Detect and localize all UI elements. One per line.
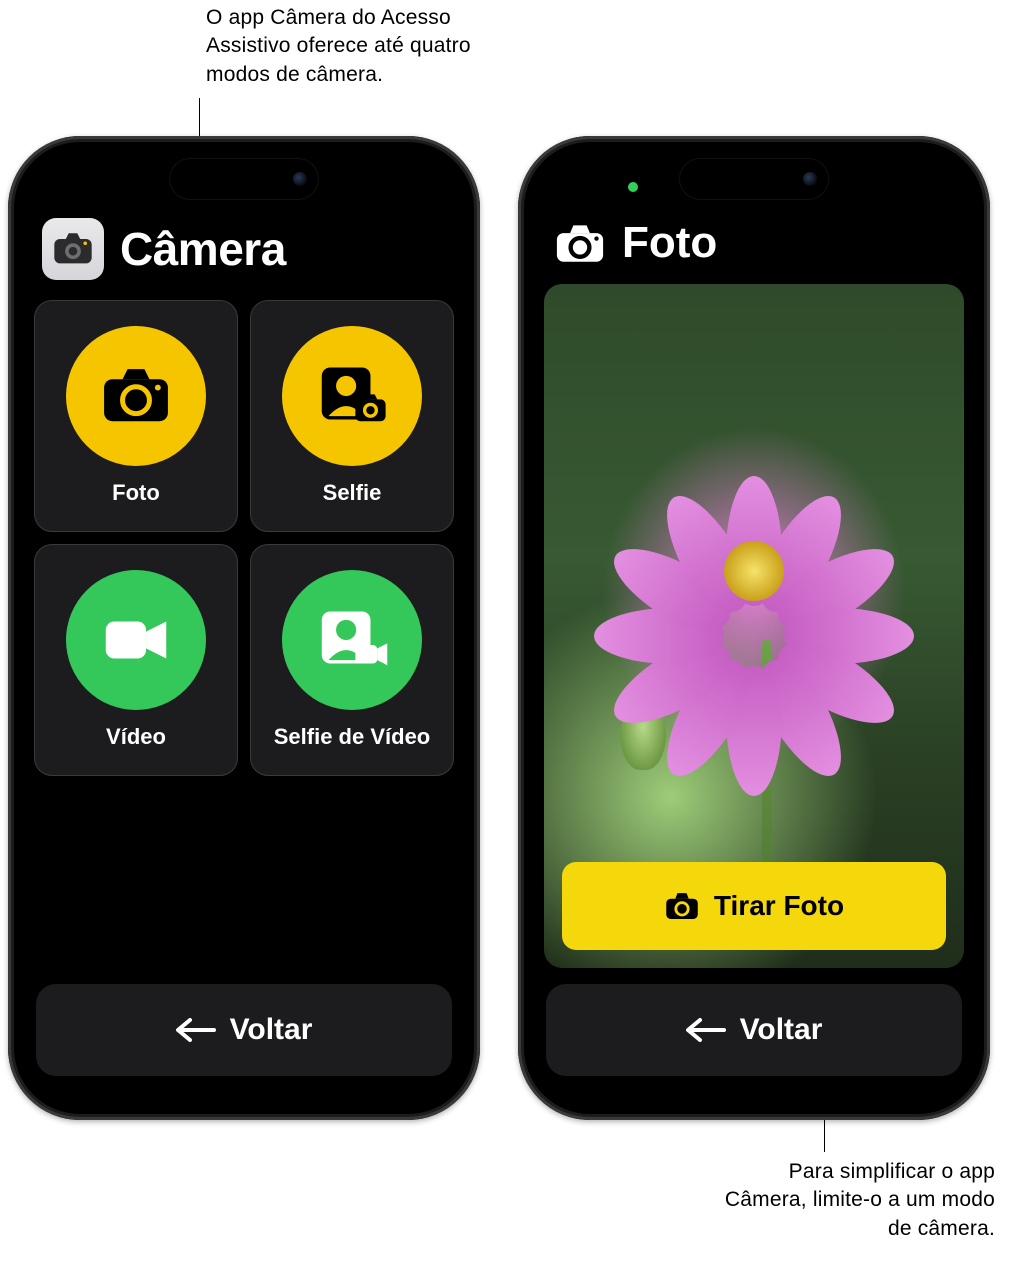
camera-icon (664, 891, 700, 921)
person-camera-icon (310, 354, 394, 438)
person-video-icon (310, 598, 394, 682)
screen-left: Câmera Foto (18, 146, 470, 1110)
tile-icon-wrap (282, 326, 422, 466)
take-photo-button[interactable]: Tirar Foto (562, 862, 946, 950)
tile-label: Foto (112, 480, 160, 506)
camera-icon (50, 226, 96, 272)
camera-icon (552, 221, 608, 265)
arrow-left-icon (686, 1018, 726, 1042)
tile-label: Selfie de Vídeo (274, 724, 431, 750)
tile-selfie[interactable]: Selfie (250, 300, 454, 532)
back-button[interactable]: Voltar (36, 984, 452, 1076)
callout-bottom: Para simplificar o app Câmera, limite-o … (715, 1158, 995, 1243)
phone-left: Câmera Foto (8, 136, 480, 1120)
tile-selfie-video[interactable]: Selfie de Vídeo (250, 544, 454, 776)
callout-top: O app Câmera do Acesso Assistivo oferece… (206, 4, 526, 89)
app-title: Foto (622, 218, 717, 268)
phone-right: Foto (518, 136, 990, 1120)
mode-grid: Foto Selfie (18, 294, 470, 776)
camera-viewfinder[interactable]: Tirar Foto (544, 284, 964, 968)
tile-icon-wrap (66, 326, 206, 466)
arrow-left-icon (176, 1018, 216, 1042)
tile-icon-wrap (282, 570, 422, 710)
back-label: Voltar (230, 1013, 313, 1047)
app-title: Câmera (120, 222, 286, 276)
tile-foto[interactable]: Foto (34, 300, 238, 532)
flower-decoration (604, 421, 904, 721)
back-button[interactable]: Voltar (546, 984, 962, 1076)
tile-icon-wrap (66, 570, 206, 710)
dynamic-island (679, 158, 829, 200)
video-icon (94, 598, 178, 682)
camera-icon (94, 354, 178, 438)
dynamic-island (169, 158, 319, 200)
privacy-indicator-icon (628, 182, 638, 192)
tile-label: Vídeo (106, 724, 166, 750)
camera-app-icon (42, 218, 104, 280)
tile-video[interactable]: Vídeo (34, 544, 238, 776)
take-photo-label: Tirar Foto (714, 890, 844, 922)
tile-label: Selfie (323, 480, 382, 506)
back-label: Voltar (740, 1013, 823, 1047)
screen-right: Foto (528, 146, 980, 1110)
